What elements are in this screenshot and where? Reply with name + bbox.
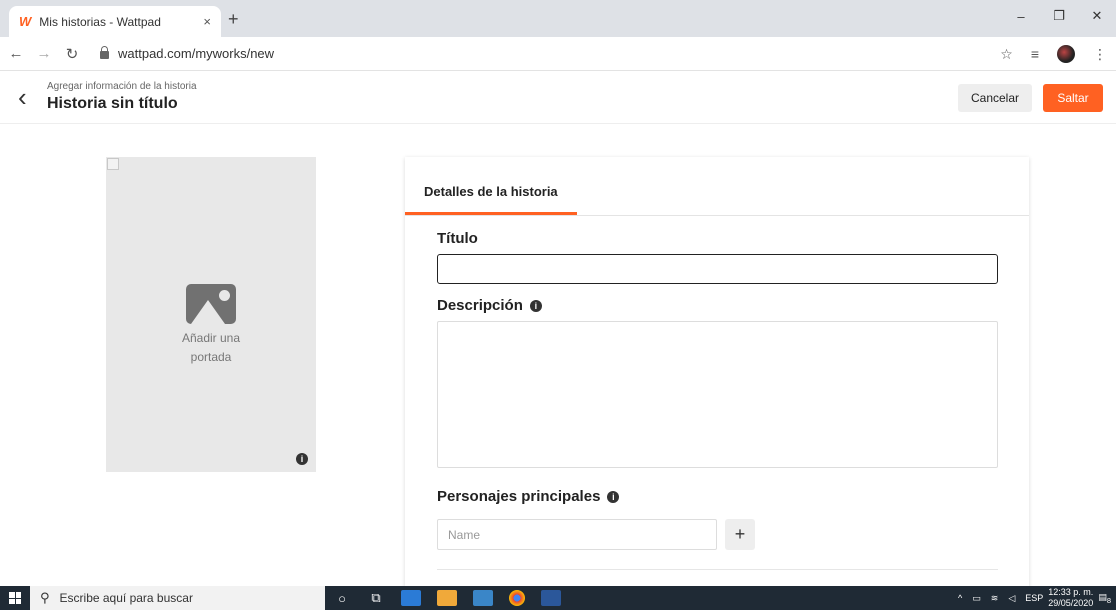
volume-icon[interactable]: ◁ bbox=[1008, 593, 1015, 604]
section-divider bbox=[437, 569, 998, 570]
chrome-icon[interactable] bbox=[509, 590, 525, 606]
more-menu-icon[interactable]: ⋮ bbox=[1093, 46, 1107, 63]
browser-tab-bar: W Mis historias - Wattpad × + – ❐ ✕ bbox=[0, 0, 1116, 37]
reading-list-icon[interactable]: ≡ bbox=[1031, 46, 1039, 62]
store-icon[interactable] bbox=[437, 590, 457, 606]
character-name-input[interactable] bbox=[437, 519, 717, 550]
browser-tab[interactable]: W Mis historias - Wattpad × bbox=[9, 6, 221, 37]
taskbar-search-placeholder: Escribe aquí para buscar bbox=[59, 591, 193, 605]
tab-story-details[interactable]: Detalles de la historia bbox=[424, 184, 558, 199]
taskbar-search[interactable]: ⚲ Escribe aquí para buscar bbox=[30, 586, 325, 610]
url-field[interactable]: wattpad.com/myworks/new bbox=[100, 45, 275, 61]
cover-info-icon[interactable]: i bbox=[296, 453, 308, 465]
description-textarea[interactable] bbox=[437, 321, 998, 468]
tray-chevron-icon[interactable]: ^ bbox=[958, 593, 962, 603]
characters-info-icon[interactable]: i bbox=[607, 490, 620, 503]
tab-divider bbox=[405, 215, 1029, 216]
add-cover-area[interactable]: Añadir una portada i bbox=[106, 157, 316, 472]
restore-icon[interactable]: ❐ bbox=[1040, 8, 1078, 24]
start-button[interactable] bbox=[0, 586, 30, 610]
reload-icon[interactable]: ↻ bbox=[60, 45, 84, 63]
tab-title: Mis historias - Wattpad bbox=[39, 14, 161, 29]
title-input[interactable] bbox=[437, 254, 998, 284]
browser-actions: ☆ ≡ ⋮ bbox=[991, 37, 1116, 71]
cancel-button[interactable]: Cancelar bbox=[958, 84, 1032, 112]
cover-checkbox[interactable] bbox=[107, 158, 119, 170]
back-arrow-icon[interactable]: ← bbox=[4, 45, 28, 62]
window-controls: – ❐ ✕ bbox=[1002, 0, 1116, 32]
language-indicator[interactable]: ESP bbox=[1025, 593, 1043, 603]
clock[interactable]: 12:33 p. m. 29/05/2020 bbox=[1048, 587, 1093, 609]
url-text: wattpad.com/myworks/new bbox=[118, 46, 275, 61]
minimize-icon[interactable]: – bbox=[1002, 9, 1040, 24]
task-view-icon[interactable]: ⧉ bbox=[359, 590, 393, 606]
page-header: ‹ Agregar información de la historia His… bbox=[0, 72, 1116, 124]
description-info-icon[interactable]: i bbox=[529, 299, 542, 312]
address-bar: ← → ↻ wattpad.com/myworks/new ☆ ≡ ⋮ bbox=[0, 37, 1116, 71]
description-label: Descripción i bbox=[437, 297, 542, 314]
lock-icon bbox=[100, 45, 109, 59]
search-icon: ⚲ bbox=[40, 590, 50, 605]
page-title: Historia sin título bbox=[47, 95, 178, 112]
system-tray: ^ ▭ ≋ ◁ ESP 12:33 p. m. 29/05/2020 ▤8 bbox=[953, 586, 1116, 610]
tab-close-icon[interactable]: × bbox=[203, 14, 211, 29]
characters-label: Personajes principales i bbox=[437, 488, 620, 505]
taskbar: ⚲ Escribe aquí para buscar ○ ⧉ ^ ▭ ≋ ◁ E… bbox=[0, 586, 1116, 610]
add-cover-label: Añadir una portada bbox=[181, 331, 241, 364]
page-subtitle: Agregar información de la historia bbox=[47, 81, 197, 92]
close-window-icon[interactable]: ✕ bbox=[1078, 8, 1116, 24]
windows-icon bbox=[9, 592, 21, 604]
add-character-button[interactable]: + bbox=[725, 519, 755, 550]
mail-icon[interactable] bbox=[473, 590, 493, 606]
new-tab-button[interactable]: + bbox=[228, 9, 239, 30]
wifi-icon[interactable]: ≋ bbox=[991, 593, 999, 604]
file-explorer-icon[interactable] bbox=[401, 590, 421, 606]
story-details-card: Detalles de la historia Título Descripci… bbox=[405, 157, 1029, 587]
notifications-icon[interactable]: ▤8 bbox=[1098, 592, 1111, 605]
title-label: Título bbox=[437, 230, 478, 247]
cortana-icon[interactable]: ○ bbox=[325, 591, 359, 606]
bookmark-star-icon[interactable]: ☆ bbox=[1000, 46, 1013, 63]
skip-button[interactable]: Saltar bbox=[1043, 84, 1103, 112]
back-chevron-icon[interactable]: ‹ bbox=[18, 82, 27, 113]
network-icon[interactable]: ▭ bbox=[972, 593, 981, 604]
forward-arrow-icon[interactable]: → bbox=[32, 45, 56, 62]
wattpad-favicon-icon: W bbox=[19, 14, 32, 29]
word-icon[interactable] bbox=[541, 590, 561, 606]
image-icon bbox=[186, 284, 236, 324]
profile-avatar[interactable] bbox=[1057, 45, 1075, 63]
